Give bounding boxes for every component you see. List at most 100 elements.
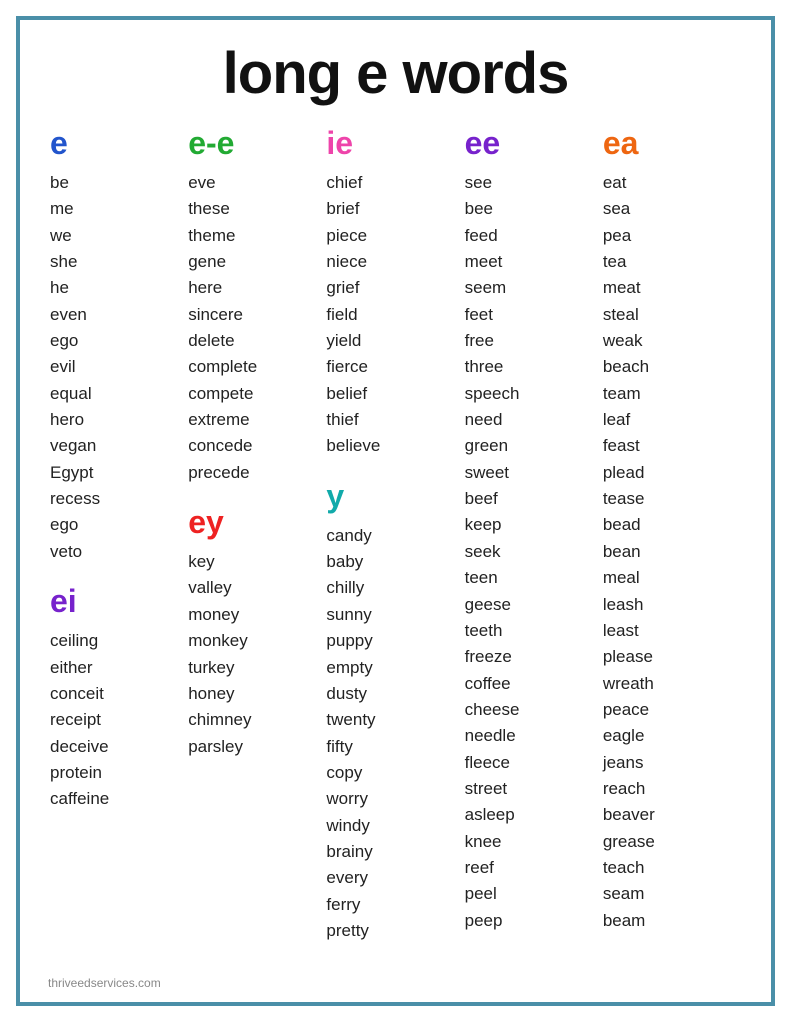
word-item: we: [50, 223, 72, 249]
word-item: precede: [188, 460, 249, 486]
col-ee2: eeseebeefeedmeetseemfeetfreethreespeechn…: [465, 125, 603, 934]
word-item: piece: [326, 223, 367, 249]
word-item: eagle: [603, 723, 645, 749]
col-ee: e-eevethesethemegeneheresinceredeletecom…: [188, 125, 326, 760]
word-item: keep: [465, 512, 502, 538]
word-item: compete: [188, 381, 253, 407]
word-item: veto: [50, 539, 82, 565]
word-item: pea: [603, 223, 631, 249]
word-item: either: [50, 655, 93, 681]
word-item: bead: [603, 512, 641, 538]
word-item: least: [603, 618, 639, 644]
word-item: concede: [188, 433, 252, 459]
word-item: equal: [50, 381, 92, 407]
word-item: copy: [326, 760, 362, 786]
word-item: dusty: [326, 681, 367, 707]
word-item: receipt: [50, 707, 101, 733]
word-item: tea: [603, 249, 627, 275]
word-item: knee: [465, 829, 502, 855]
word-item: pretty: [326, 918, 369, 944]
word-item: every: [326, 865, 368, 891]
word-item: three: [465, 354, 504, 380]
col-e-header-0: e: [50, 125, 68, 162]
word-item: reach: [603, 776, 646, 802]
word-item: baby: [326, 549, 363, 575]
word-item: meet: [465, 249, 503, 275]
word-item: vegan: [50, 433, 96, 459]
col-ee-header-0: e-e: [188, 125, 234, 162]
word-item: seem: [465, 275, 507, 301]
word-item: steal: [603, 302, 639, 328]
word-item: ego: [50, 512, 78, 538]
word-item: chilly: [326, 575, 364, 601]
word-item: here: [188, 275, 222, 301]
page-title: long e words: [50, 40, 741, 107]
word-item: green: [465, 433, 508, 459]
word-item: jeans: [603, 750, 644, 776]
word-item: sea: [603, 196, 630, 222]
word-item: niece: [326, 249, 367, 275]
word-item: conceit: [50, 681, 104, 707]
col-e-header-1: ei: [50, 583, 77, 620]
word-item: field: [326, 302, 357, 328]
word-item: brief: [326, 196, 359, 222]
word-item: coffee: [465, 671, 511, 697]
col-ie-header-0: ie: [326, 125, 353, 162]
word-item: teach: [603, 855, 645, 881]
word-item: fifty: [326, 734, 352, 760]
col-ie: iechiefbriefpieceniecegrieffieldyieldfie…: [326, 125, 464, 944]
word-item: feed: [465, 223, 498, 249]
word-item: wreath: [603, 671, 654, 697]
col-ee2-header-0: ee: [465, 125, 501, 162]
word-item: delete: [188, 328, 234, 354]
word-item: parsley: [188, 734, 243, 760]
word-item: windy: [326, 813, 369, 839]
word-item: these: [188, 196, 230, 222]
word-item: speech: [465, 381, 520, 407]
word-item: grief: [326, 275, 359, 301]
word-item: thief: [326, 407, 358, 433]
word-item: chimney: [188, 707, 251, 733]
word-item: tease: [603, 486, 645, 512]
word-item: freeze: [465, 644, 512, 670]
word-item: feet: [465, 302, 493, 328]
col-ea: eaeatseapeateameatstealweakbeachteamleaf…: [603, 125, 741, 934]
word-item: peel: [465, 881, 497, 907]
word-item: recess: [50, 486, 100, 512]
word-item: free: [465, 328, 494, 354]
columns-container: ebemewesheheevenegoevilequalheroveganEgy…: [50, 125, 741, 944]
word-item: theme: [188, 223, 235, 249]
word-item: leash: [603, 592, 644, 618]
word-item: bee: [465, 196, 493, 222]
word-item: evil: [50, 354, 76, 380]
word-item: see: [465, 170, 492, 196]
word-item: monkey: [188, 628, 248, 654]
word-item: leaf: [603, 407, 630, 433]
word-item: be: [50, 170, 69, 196]
col-ee-header-1: ey: [188, 504, 224, 541]
word-item: bean: [603, 539, 641, 565]
footer-text: thriveedservices.com: [48, 976, 161, 990]
word-item: beef: [465, 486, 498, 512]
word-item: deceive: [50, 734, 109, 760]
word-item: empty: [326, 655, 372, 681]
word-item: me: [50, 196, 74, 222]
word-item: ego: [50, 328, 78, 354]
word-item: eat: [603, 170, 627, 196]
word-item: fleece: [465, 750, 510, 776]
word-item: worry: [326, 786, 368, 812]
word-item: honey: [188, 681, 234, 707]
word-item: cheese: [465, 697, 520, 723]
word-item: weak: [603, 328, 643, 354]
col-ie-header-1: y: [326, 478, 344, 515]
word-item: teen: [465, 565, 498, 591]
col-e: ebemewesheheevenegoevilequalheroveganEgy…: [50, 125, 188, 813]
word-item: teeth: [465, 618, 503, 644]
word-item: feast: [603, 433, 640, 459]
word-item: reef: [465, 855, 494, 881]
word-item: asleep: [465, 802, 515, 828]
word-item: needle: [465, 723, 516, 749]
word-item: need: [465, 407, 503, 433]
word-item: hero: [50, 407, 84, 433]
word-item: team: [603, 381, 641, 407]
